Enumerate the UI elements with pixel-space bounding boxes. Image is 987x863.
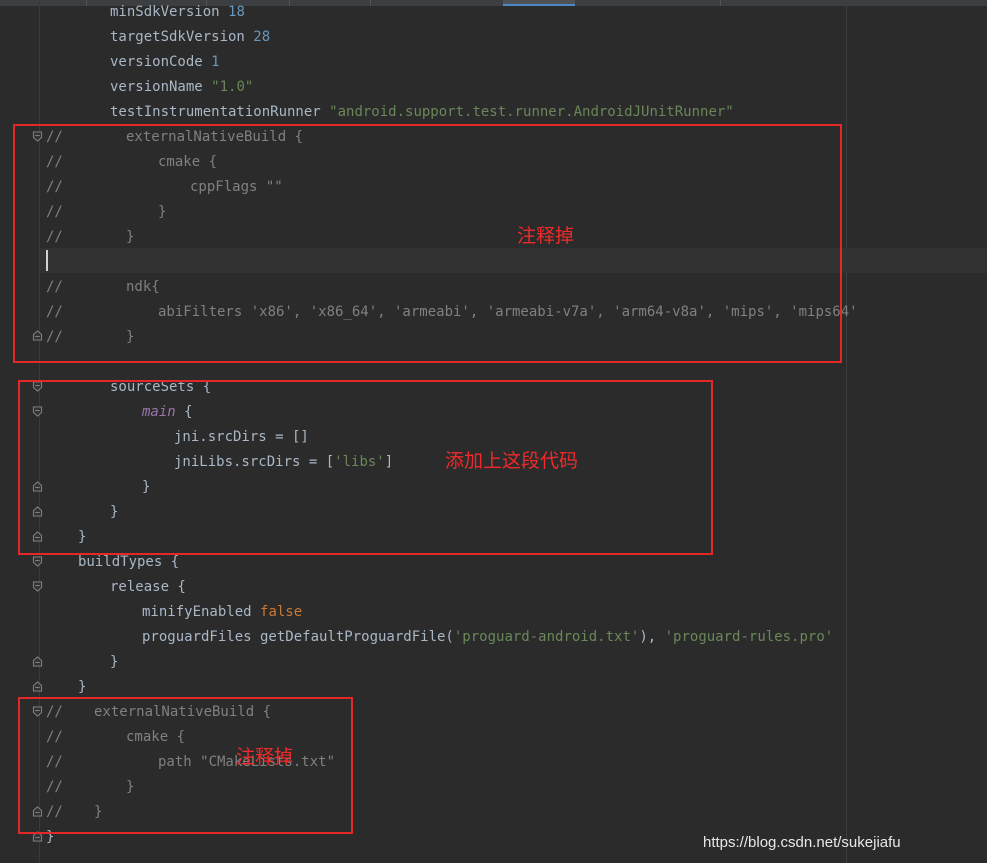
code-text: testInstrumentationRunner "android.suppo… bbox=[110, 100, 734, 125]
fold-end-icon[interactable] bbox=[32, 681, 43, 692]
code-line[interactable]: targetSdkVersion 28 bbox=[0, 25, 987, 50]
code-line[interactable]: proguardFiles getDefaultProguardFile('pr… bbox=[0, 625, 987, 650]
code-line[interactable]: testInstrumentationRunner "android.suppo… bbox=[0, 100, 987, 125]
code-token: targetSdkVersion bbox=[110, 29, 254, 45]
code-text: minifyEnabled false bbox=[142, 600, 302, 625]
code-token: 'proguard-android.txt' bbox=[453, 629, 640, 645]
code-editor[interactable]: minSdkVersion 18 targetSdkVersion 28 versi… bbox=[0, 0, 987, 863]
fold-start-icon[interactable] bbox=[32, 556, 43, 567]
code-token: "android.support.test.runner.AndroidJUni… bbox=[329, 104, 734, 120]
code-token: buildTypes { bbox=[78, 554, 180, 570]
code-text: versionCode 1 bbox=[110, 50, 220, 75]
code-line[interactable]: release { bbox=[0, 575, 987, 600]
code-line[interactable]: minifyEnabled false bbox=[0, 600, 987, 625]
code-token: testInstrumentationRunner bbox=[110, 104, 330, 120]
code-token: versionCode bbox=[110, 54, 212, 70]
code-token: minifyEnabled bbox=[142, 604, 261, 620]
fold-start-icon[interactable] bbox=[32, 581, 43, 592]
code-token: 1 bbox=[211, 54, 220, 70]
code-token: release { bbox=[110, 579, 186, 595]
code-token: } bbox=[110, 654, 119, 670]
code-token: 28 bbox=[253, 29, 271, 45]
code-text: minSdkVersion 18 bbox=[110, 0, 245, 25]
highlight-box-comment-out-2 bbox=[18, 697, 353, 834]
watermark: https://blog.csdn.net/sukejiafu bbox=[703, 834, 901, 851]
code-text: proguardFiles getDefaultProguardFile('pr… bbox=[142, 625, 833, 650]
highlight-box-comment-out-1 bbox=[13, 124, 842, 363]
code-line[interactable]: } bbox=[0, 650, 987, 675]
code-token: versionName bbox=[110, 79, 212, 95]
code-line[interactable]: versionCode 1 bbox=[0, 50, 987, 75]
code-line[interactable]: minSdkVersion 18 bbox=[0, 0, 987, 25]
code-token: false bbox=[260, 604, 303, 620]
code-token: 18 bbox=[228, 4, 245, 20]
code-text: } bbox=[110, 650, 118, 675]
code-token: } bbox=[78, 679, 87, 695]
highlight-box-add-code bbox=[18, 380, 713, 555]
code-token: ), bbox=[639, 629, 665, 645]
code-text: release { bbox=[110, 575, 186, 600]
annotation-comment-out-2: 注释掉 bbox=[236, 746, 294, 768]
code-text: versionName "1.0" bbox=[110, 75, 253, 100]
code-token: minSdkVersion bbox=[110, 4, 229, 20]
code-token: "1.0" bbox=[211, 79, 254, 95]
code-text: targetSdkVersion 28 bbox=[110, 25, 270, 50]
annotation-add-code: 添加上这段代码 bbox=[445, 450, 579, 472]
annotation-comment-out-1: 注释掉 bbox=[517, 225, 575, 247]
code-token: proguardFiles getDefaultProguardFile( bbox=[142, 629, 454, 645]
fold-end-icon[interactable] bbox=[32, 656, 43, 667]
code-token: 'proguard-rules.pro' bbox=[664, 629, 834, 645]
code-line[interactable]: versionName "1.0" bbox=[0, 75, 987, 100]
